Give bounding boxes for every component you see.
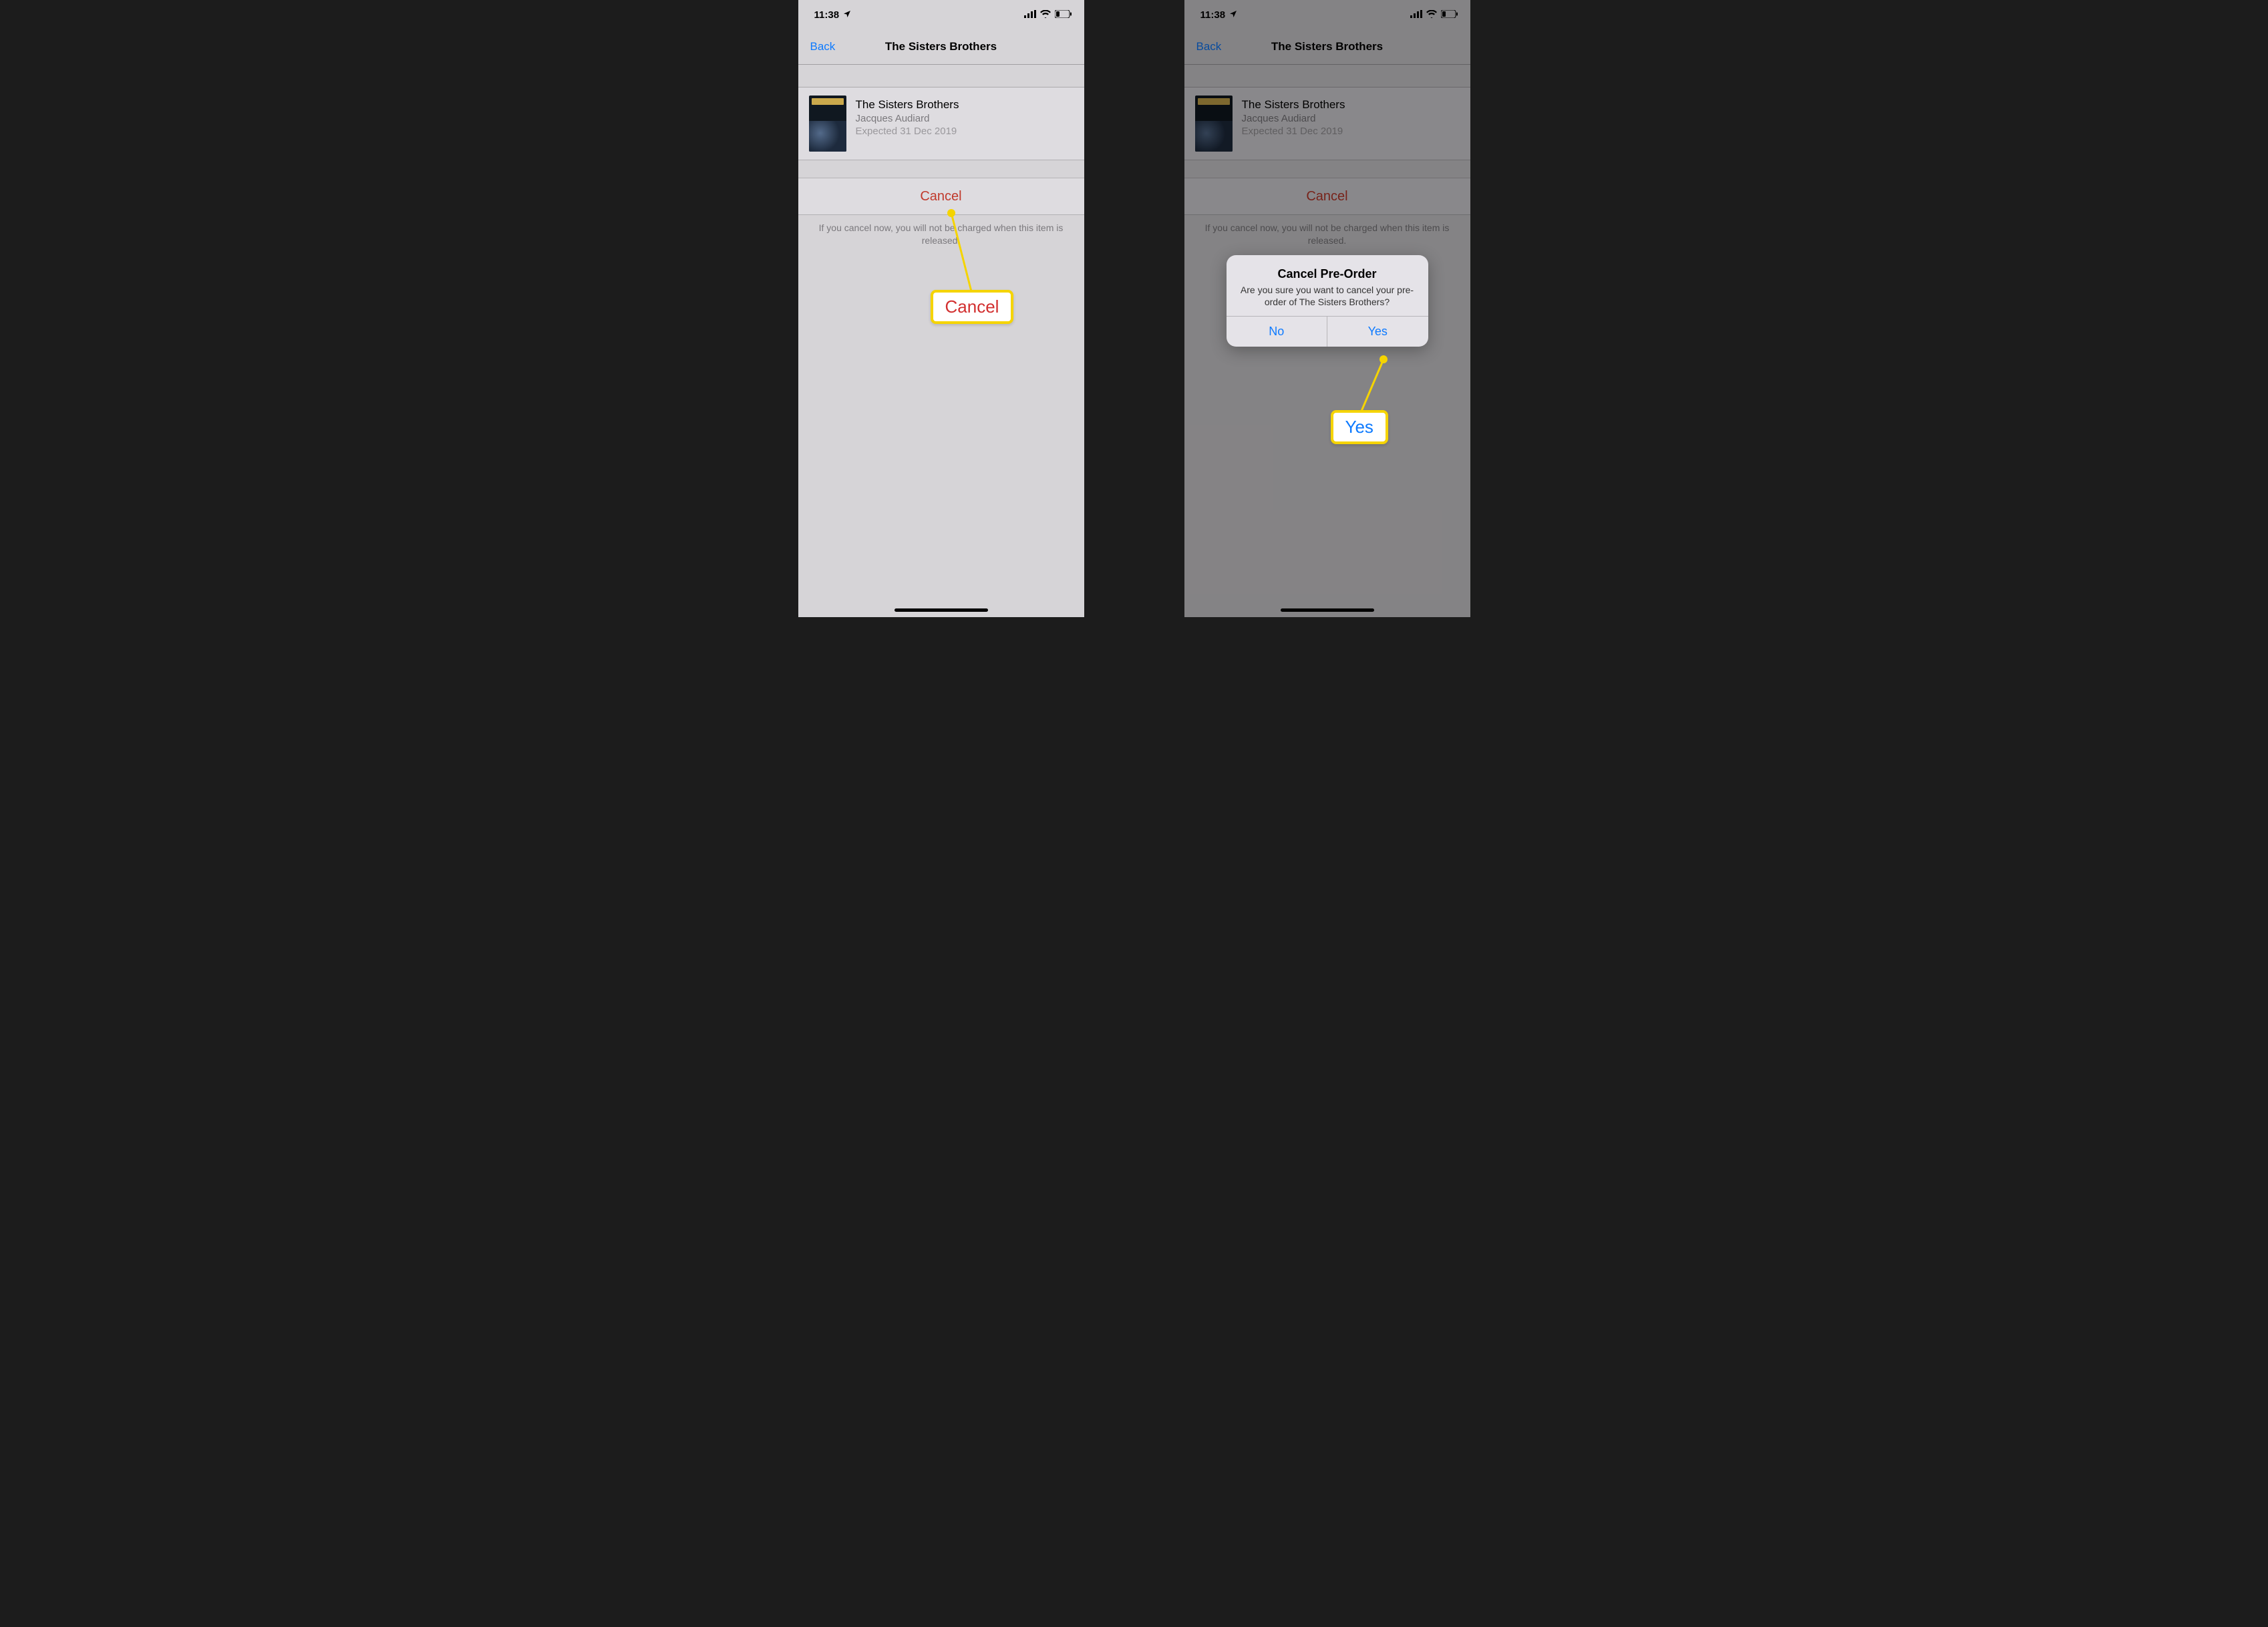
item-texts: The Sisters Brothers Jacques Audiard Exp… <box>856 96 959 137</box>
cancel-button-label: Cancel <box>920 189 961 204</box>
alert-head: Cancel Pre-Order Are you sure you want t… <box>1227 255 1428 316</box>
cancel-button[interactable]: Cancel <box>798 178 1084 215</box>
nav-bar: Back The Sisters Brothers <box>798 29 1084 65</box>
section-gap <box>798 160 1084 178</box>
status-time: 11:38 <box>814 9 840 21</box>
phone-screen-2: 11:38 Back The Sisters Brothers <box>1184 0 1470 617</box>
page-title: The Sisters Brothers <box>885 40 997 53</box>
phone-screen-1: 11:38 Back The Sisters Brothers <box>798 0 1084 617</box>
section-gap <box>798 65 1084 87</box>
cellular-icon <box>1024 9 1036 21</box>
battery-icon <box>1055 9 1072 21</box>
alert-title: Cancel Pre-Order <box>1239 267 1416 281</box>
home-indicator[interactable] <box>895 608 988 612</box>
callout-cancel-label: Cancel <box>945 297 999 317</box>
tutorial-stage: 11:38 Back The Sisters Brothers <box>704 0 1565 617</box>
alert-no-button[interactable]: No <box>1227 317 1328 347</box>
cancel-preorder-alert: Cancel Pre-Order Are you sure you want t… <box>1227 255 1428 347</box>
alert-no-label: No <box>1269 325 1284 338</box>
wifi-icon <box>1040 9 1051 21</box>
status-right <box>1024 9 1072 21</box>
callout-yes: Yes <box>1331 410 1388 444</box>
preorder-item-row[interactable]: The Sisters Brothers Jacques Audiard Exp… <box>798 87 1084 160</box>
alert-yes-label: Yes <box>1368 325 1388 338</box>
movie-poster-thumbnail <box>809 96 846 152</box>
alert-message: Are you sure you want to cancel your pre… <box>1239 284 1416 308</box>
status-bar: 11:38 <box>798 0 1084 29</box>
back-button[interactable]: Back <box>810 40 836 53</box>
callout-cancel: Cancel <box>931 290 1014 324</box>
item-expected-date: Expected 31 Dec 2019 <box>856 126 959 137</box>
item-author: Jacques Audiard <box>856 113 959 124</box>
location-icon <box>843 9 851 20</box>
status-left: 11:38 <box>814 9 852 21</box>
alert-yes-button[interactable]: Yes <box>1327 317 1428 347</box>
alert-buttons: No Yes <box>1227 316 1428 347</box>
callout-yes-label: Yes <box>1345 417 1373 437</box>
item-title: The Sisters Brothers <box>856 98 959 112</box>
cancel-helper-text: If you cancel now, you will not be charg… <box>798 215 1084 254</box>
